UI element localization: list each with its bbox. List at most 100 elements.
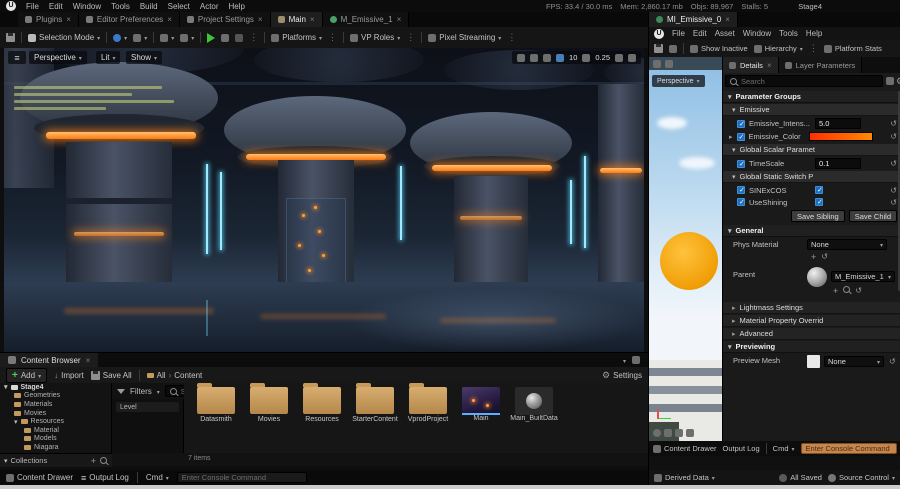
content-browser-tab[interactable]: Content Browser xyxy=(0,353,98,367)
tree-item-niagara[interactable]: Niagara xyxy=(0,443,111,452)
tab-mi-emissive-0[interactable]: MI_Emissive_0 xyxy=(649,12,738,27)
console-input-box[interactable] xyxy=(801,443,897,454)
asset-tile-main-builtdata[interactable]: Main_BuiltData xyxy=(508,387,560,422)
menu-window[interactable]: Window xyxy=(73,2,101,11)
tree-root-stage4[interactable]: Stage4 xyxy=(0,383,111,392)
save-icon[interactable] xyxy=(6,33,15,42)
rotation-snap-icon[interactable] xyxy=(582,54,590,62)
section-material-override[interactable]: Material Property Overrid xyxy=(723,315,900,327)
stop-button[interactable] xyxy=(235,34,243,42)
override-checkbox[interactable] xyxy=(737,133,745,141)
show-inactive-toggle[interactable]: Show Inactive xyxy=(690,44,748,53)
camera-speed-icon[interactable] xyxy=(615,54,623,62)
show-dropdown[interactable]: Show xyxy=(126,51,162,64)
tree-item-materials[interactable]: Materials xyxy=(0,400,111,409)
timescale-value-field[interactable]: 0.1 xyxy=(815,158,861,169)
close-icon[interactable] xyxy=(66,15,71,24)
override-checkbox[interactable] xyxy=(737,198,745,206)
parent-dropdown[interactable]: M_Emissive_1 xyxy=(831,271,895,282)
scale-icon[interactable] xyxy=(543,54,551,62)
source-control-button[interactable]: Source Control xyxy=(828,473,895,482)
pixel-streaming-dropdown[interactable]: Pixel Streaming xyxy=(428,33,501,42)
save-icon[interactable] xyxy=(654,44,663,53)
emissive-color-swatch[interactable] xyxy=(809,132,873,141)
hierarchy-dropdown[interactable]: Hierarchy xyxy=(754,44,803,53)
section-emissive[interactable]: Emissive xyxy=(723,104,900,116)
menu-file[interactable]: File xyxy=(26,2,39,11)
tab-details[interactable]: Details xyxy=(723,57,779,73)
save-all-button[interactable]: Save All xyxy=(91,371,132,380)
folder-tile-resources[interactable]: Resources xyxy=(296,387,348,423)
menu-edit[interactable]: Edit xyxy=(49,2,63,11)
console-input[interactable] xyxy=(806,444,892,453)
menu-select[interactable]: Select xyxy=(168,2,190,11)
tab-editor-preferences[interactable]: Editor Preferences xyxy=(79,12,180,27)
reset-icon[interactable] xyxy=(890,186,897,195)
dock-options-icon[interactable] xyxy=(623,356,626,365)
section-global-switch[interactable]: Global Static Switch P xyxy=(723,171,900,183)
menu-file[interactable]: File xyxy=(672,29,685,38)
sequencer-dropdown[interactable] xyxy=(180,33,194,42)
cb-settings-button[interactable]: Settings xyxy=(602,370,642,381)
grid-snap-value[interactable]: 10 xyxy=(569,53,577,62)
folder-tile-datasmith[interactable]: Datasmith xyxy=(190,387,242,423)
reset-icon[interactable] xyxy=(890,198,897,207)
camera-speed-value[interactable]: 0.25 xyxy=(595,53,610,62)
filter-chip-level[interactable]: Level xyxy=(116,402,179,412)
view-options-icon[interactable] xyxy=(665,60,673,68)
preview-mesh-dropdown[interactable]: None xyxy=(824,356,884,367)
add-button[interactable]: Add xyxy=(6,368,47,383)
breadcrumb-content[interactable]: Content xyxy=(174,371,202,380)
value-checkbox[interactable] xyxy=(815,198,823,206)
tree-item-movies[interactable]: Movies xyxy=(0,409,111,418)
transform-icon[interactable] xyxy=(517,54,525,62)
menu-help[interactable]: Help xyxy=(806,29,822,38)
close-icon[interactable] xyxy=(258,15,263,24)
console-input[interactable] xyxy=(182,473,302,482)
section-global-scalar[interactable]: Global Scalar Paramet xyxy=(723,144,900,156)
expand-icon[interactable] xyxy=(14,418,18,426)
lit-dropdown[interactable]: Lit xyxy=(96,51,120,64)
search-icon[interactable] xyxy=(100,457,107,464)
preview-perspective-dropdown[interactable]: Perspective xyxy=(652,75,705,87)
reset-icon[interactable] xyxy=(890,159,897,168)
cylinder-preview-icon[interactable] xyxy=(664,429,672,437)
tab-layer-parameters[interactable]: Layer Parameters xyxy=(779,57,863,73)
save-sibling-button[interactable]: Save Sibling xyxy=(791,210,845,222)
cinematics-dropdown[interactable] xyxy=(113,33,127,42)
quick-add-dropdown[interactable] xyxy=(133,33,147,42)
phys-material-dropdown[interactable]: None xyxy=(807,239,887,250)
content-drawer-button[interactable]: Content Drawer xyxy=(653,444,717,453)
reset-icon[interactable] xyxy=(890,119,897,128)
browse-to-asset-icon[interactable] xyxy=(669,45,677,53)
overflow-icon[interactable] xyxy=(406,32,415,43)
derived-data-button[interactable]: Derived Data xyxy=(654,473,715,482)
level-viewport[interactable]: Perspective Lit Show 10 0.25 xyxy=(4,48,644,352)
tree-item-material[interactable]: Material xyxy=(0,426,111,435)
menu-window[interactable]: Window xyxy=(743,29,771,38)
close-icon[interactable] xyxy=(310,15,315,24)
close-icon[interactable] xyxy=(397,15,402,24)
platforms-dropdown[interactable]: Platforms xyxy=(271,33,322,42)
cmd-dropdown[interactable]: Cmd xyxy=(146,473,169,482)
blueprints-dropdown[interactable] xyxy=(160,33,174,42)
menu-tools[interactable]: Tools xyxy=(779,29,798,38)
parameter-groups-header[interactable]: Parameter Groups xyxy=(723,91,900,103)
use-selected-icon[interactable] xyxy=(811,252,816,262)
section-advanced[interactable]: Advanced xyxy=(723,328,900,340)
cmd-dropdown[interactable]: Cmd xyxy=(773,444,795,453)
menu-actor[interactable]: Actor xyxy=(200,2,219,11)
filter-icon[interactable] xyxy=(117,389,125,394)
expand-icon[interactable] xyxy=(4,456,8,465)
parent-thumbnail[interactable] xyxy=(807,267,827,287)
overflow-icon[interactable] xyxy=(809,43,818,54)
filters-label[interactable]: Filters xyxy=(130,387,152,396)
close-icon[interactable] xyxy=(86,356,91,365)
reset-icon[interactable] xyxy=(821,252,828,262)
grid-snap-icon[interactable] xyxy=(556,54,564,62)
folder-tile-vprodproject[interactable]: VprodProject xyxy=(402,387,454,423)
save-child-button[interactable]: Save Child xyxy=(849,210,897,222)
tab-plugins[interactable]: Plugins xyxy=(18,12,79,27)
reset-icon[interactable] xyxy=(855,286,862,296)
override-checkbox[interactable] xyxy=(737,186,745,194)
